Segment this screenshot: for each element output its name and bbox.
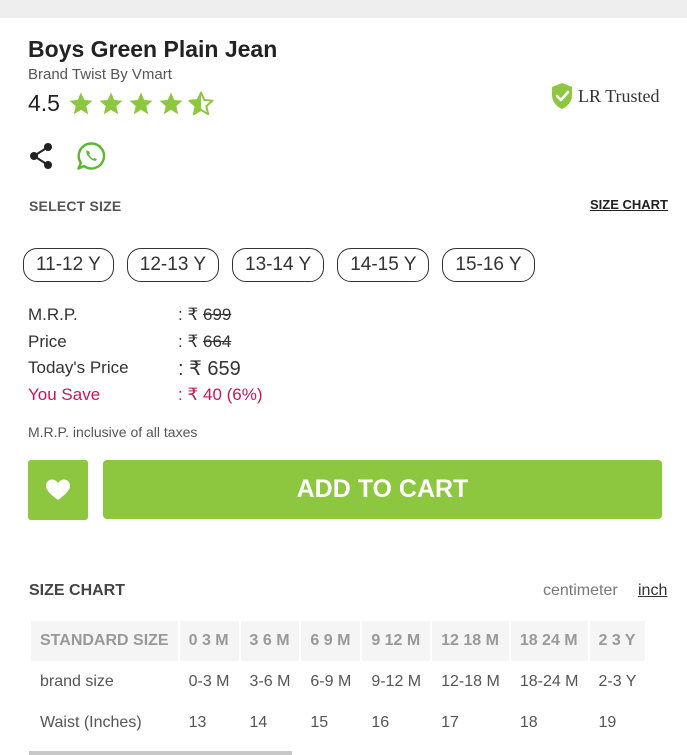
table-cell: 13 [188,713,207,731]
size-option[interactable]: 11-12 Y [23,248,114,282]
shield-check-icon [552,83,572,109]
header-cell: 9 12 M [362,621,431,661]
trusted-badge: LR Trusted [550,82,660,110]
size-chart-title: SIZE CHART [29,582,125,599]
star-full-icon [99,92,123,114]
price-block: M.R.P. : ₹ 699 Price : ₹ 664 Today's Pri… [28,302,263,408]
size-option[interactable]: 14-15 Y [337,248,430,282]
mrp-value: : ₹ 699 [178,305,231,325]
size-option[interactable]: 12-13 Y [126,248,219,282]
table-cell: 17 [441,713,459,731]
size-option[interactable]: 15-16 Y [442,248,535,282]
price-amount: 664 [203,331,232,351]
table-scrollbar[interactable] [29,751,292,755]
mrp-row: M.R.P. : ₹ 699 [28,302,263,329]
table-cell: Waist (Inches) [40,713,142,731]
star-full-icon [159,92,183,114]
today-price-value: : ₹ 659 [178,357,241,380]
mrp-amount: 699 [203,305,232,325]
table-cell: 9-12 M [371,672,422,690]
table-cell: 6-9 M [310,672,352,690]
trusted-label: LR Trusted [578,85,660,106]
tax-note: M.R.P. inclusive of all taxes [28,424,198,440]
today-price-row: Today's Price : ₹ 659 [28,355,263,382]
rating-value: 4.5 [28,90,60,116]
wishlist-button[interactable] [28,460,88,520]
mrp-prefix: : ₹ [178,305,203,325]
heart-icon [46,479,70,500]
price-prefix: : ₹ [178,331,203,351]
you-save-value: : ₹ 40 (6%) [178,384,263,404]
size-options: 11-12 Y 12-13 Y 13-14 Y 14-15 Y 15-16 Y [23,248,535,282]
rating-stars [68,91,214,117]
table-cell: 16 [371,713,390,731]
share-icon[interactable] [28,142,54,170]
star-half-icon [188,91,214,115]
table-cell: 12-18 M [441,672,500,690]
size-chart-table: STANDARD SIZE 0 3 M 3 6 M 6 9 M 9 12 M 1… [29,621,647,743]
table-cell: 19 [598,713,617,731]
top-bar [0,0,687,18]
header-cell: 0 3 M [179,621,239,661]
product-brand[interactable]: Brand Twist By Vmart [28,66,172,83]
product-title: Boys Green Plain Jean [28,36,278,62]
you-save-row: You Save : ₹ 40 (6%) [28,382,263,409]
header-cell: 2 3 Y [589,621,646,661]
add-to-cart-button[interactable]: ADD TO CART [103,460,662,519]
table-cell: 14 [249,713,268,731]
unit-inch-toggle[interactable]: inch [638,582,667,600]
header-cell: 3 6 M [240,621,300,661]
price-label: Price [28,331,67,351]
table-cell: 0-3 M [188,672,230,690]
price-value: : ₹ 664 [178,332,231,352]
today-price-label: Today's Price [28,358,129,378]
table-cell: 18-24 M [519,672,579,690]
unit-centimeter-toggle[interactable]: centimeter [543,582,618,600]
table-row: Waist (Inches) 13 14 15 16 17 18 19 [31,702,645,743]
table-cell: 2-3 Y [598,672,637,690]
header-cell: 6 9 M [301,621,361,661]
size-chart-header-row: STANDARD SIZE 0 3 M 3 6 M 6 9 M 9 12 M 1… [31,621,646,661]
select-size-heading: SELECT SIZE [29,198,122,214]
header-cell: 18 24 M [510,621,588,661]
mrp-label: M.R.P. [28,305,78,325]
table-cell: 18 [519,713,538,731]
star-full-icon [69,92,93,114]
whatsapp-icon[interactable] [76,141,106,171]
size-chart-link[interactable]: SIZE CHART [590,197,668,212]
table-cell: 15 [310,713,329,731]
header-cell: STANDARD SIZE [31,621,178,661]
share-row [28,141,106,171]
table-cell: 3-6 M [249,672,291,690]
table-cell: brand size [40,672,114,690]
star-full-icon [129,92,153,114]
size-option[interactable]: 13-14 Y [232,248,325,282]
you-save-label: You Save [28,384,101,404]
price-row: Price : ₹ 664 [28,329,263,356]
table-row: brand size 0-3 M 3-6 M 6-9 M 9-12 M 12-1… [31,661,645,702]
header-cell: 12 18 M [432,621,509,661]
rating: 4.5 [28,90,214,117]
